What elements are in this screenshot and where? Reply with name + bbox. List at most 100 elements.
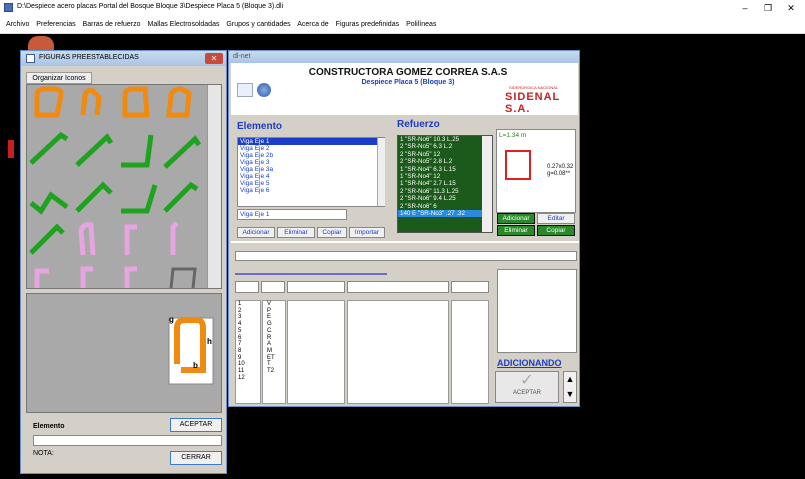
list-item[interactable]: Viga Eje 1 — [238, 138, 384, 145]
list-item[interactable]: 2 "SR-No5" 12 — [398, 151, 492, 158]
list-item[interactable]: 1 "SR-No4" 12 — [398, 173, 492, 180]
menu-acerca[interactable]: Acerca de — [297, 21, 329, 28]
hook-orange-icon[interactable] — [34, 86, 64, 118]
list-item[interactable]: 1 "SR-No6" 10.3 L.25 — [398, 136, 492, 143]
close-button[interactable]: ✕ — [781, 1, 801, 15]
list-item[interactable]: Viga Eje 2 — [238, 145, 384, 152]
menu-preferencias[interactable]: Preferencias — [36, 21, 75, 28]
despiece-input[interactable] — [235, 251, 577, 261]
dim-g-label: g — [169, 315, 174, 324]
row-code: A — [267, 341, 272, 348]
bar-green-icon[interactable] — [121, 134, 154, 168]
preview-dims: 0.27x0.32 g=0.08** — [547, 164, 573, 178]
row-code: M — [267, 347, 272, 354]
checkmark-icon: ✓ — [520, 372, 534, 389]
elemento-importar-button[interactable]: Importar — [349, 227, 385, 238]
hook-orange-icon[interactable] — [122, 86, 150, 118]
refuerzo-eliminar-button[interactable]: Eliminar — [497, 225, 535, 236]
bar-green-icon[interactable] — [163, 181, 199, 213]
menu-figuras[interactable]: Figuras predefinidas — [336, 21, 399, 28]
stirrup-pink-icon[interactable] — [80, 266, 93, 288]
elemento-input[interactable]: Viga Eje 1 — [237, 209, 347, 220]
list-item[interactable]: 2 "SR-No5" 2.8 L.2 — [398, 158, 492, 165]
list-item[interactable]: 1 "SR-No4" 2.7 L.15 — [398, 180, 492, 187]
menu-barras-refuerzo[interactable]: Barras de refuerzo — [83, 21, 141, 28]
row-codes[interactable]: V P E G C R A M ET T T2 — [262, 300, 286, 404]
window-title: D:\Despiece acero placas Portal del Bosq… — [17, 3, 284, 10]
elemento-adicionar-button[interactable]: Adicionar — [237, 227, 275, 238]
table-column[interactable] — [451, 300, 489, 404]
hook-orange-icon[interactable] — [80, 88, 102, 116]
bar-green-icon[interactable] — [163, 135, 202, 169]
list-item[interactable]: 2 "SR-No6" 6 — [398, 203, 492, 210]
aceptar-button[interactable]: ✓ ACEPTAR — [495, 371, 559, 403]
figuras-close-button[interactable]: ✕ — [205, 53, 223, 64]
figuras-aceptar-button[interactable]: ACEPTAR — [170, 418, 222, 432]
row-number: 11 — [238, 368, 245, 375]
list-item[interactable]: 1 "SR-No4" 6.3 L.15 — [398, 166, 492, 173]
elemento-eliminar-button[interactable]: Eliminar — [277, 227, 315, 238]
figuras-elemento-input[interactable] — [33, 435, 222, 446]
list-item[interactable]: 2 "SR-No6" 9.4 L.25 — [398, 195, 492, 202]
move-arrows-button[interactable]: ▲ ▼ — [563, 371, 577, 403]
stirrup-gray-icon[interactable] — [169, 267, 197, 289]
table-column[interactable] — [347, 300, 449, 404]
list-item[interactable]: Viga Eje 4 — [238, 173, 384, 180]
list-item[interactable]: 2 "SR-No5" 6.3 L.2 — [398, 143, 492, 150]
image-icon[interactable] — [237, 83, 253, 97]
list-item[interactable]: 140 E "SR-No3" .27 .32 — [398, 209, 492, 218]
bar-green-icon[interactable] — [75, 181, 113, 213]
divider — [235, 273, 387, 275]
bar-green-icon[interactable] — [29, 223, 65, 255]
list-item[interactable]: Viga Eje 5 — [238, 180, 384, 187]
menu-grupos[interactable]: Grupos y cantidades — [226, 21, 290, 28]
menu-archivo[interactable]: Archivo — [6, 21, 29, 28]
arrow-up-icon: ▲ — [565, 374, 575, 384]
elemento-copiar-button[interactable]: Copiar — [317, 227, 347, 238]
list-item[interactable]: Viga Eje 6 — [238, 187, 384, 194]
list-item[interactable]: Viga Eje 3a — [238, 166, 384, 173]
refuerzo-copiar-button[interactable]: Copiar — [537, 225, 575, 236]
maximize-button[interactable]: ❐ — [758, 1, 778, 15]
bar-green-icon[interactable] — [29, 131, 69, 165]
row-code: T — [267, 361, 271, 368]
refuerzo-list[interactable]: 1 "SR-No6" 10.3 L.25 2 "SR-No5" 6.3 L.2 … — [397, 135, 493, 233]
minimize-button[interactable]: – — [735, 1, 755, 15]
row-number: 7 — [238, 341, 242, 348]
bar-green-icon[interactable] — [29, 191, 69, 215]
menu-mallas[interactable]: Mallas Electrosoldadas — [147, 21, 219, 28]
arrow-down-icon: ▼ — [565, 389, 575, 399]
table-header-cell — [287, 281, 345, 293]
elemento-list[interactable]: Viga Eje 1 Viga Eje 2 Viga Eje 2b Viga E… — [237, 137, 385, 207]
bar-green-icon[interactable] — [75, 133, 114, 167]
elemento-scrollbar[interactable] — [377, 138, 385, 206]
figuras-cerrar-button[interactable]: CERRAR — [170, 451, 222, 465]
table-column[interactable] — [287, 300, 345, 404]
dim-b-label: b — [193, 361, 198, 370]
menu-polilineas[interactable]: Polilíneas — [406, 21, 436, 28]
hook-orange-icon[interactable] — [166, 86, 192, 118]
stirrup-pink-icon[interactable] — [124, 266, 137, 288]
organizar-iconos-tab[interactable]: Organizar Iconos — [26, 72, 92, 84]
row-number: 6 — [238, 334, 242, 341]
list-item[interactable]: 2 "SR-No6" 11.3 L.25 — [398, 188, 492, 195]
figuras-elemento-label: Elemento — [33, 423, 65, 430]
stirrup-pink-icon[interactable] — [170, 221, 179, 255]
stirrup-pink-icon[interactable] — [34, 268, 49, 288]
bar-green-icon[interactable] — [121, 184, 158, 214]
refuerzo-scrollbar[interactable] — [482, 136, 492, 232]
figuras-scrollbar[interactable] — [207, 85, 221, 288]
refuerzo-adicionar-button[interactable]: Adicionar — [497, 213, 535, 224]
refuerzo-editar-button[interactable]: Editar — [537, 213, 575, 224]
list-item[interactable]: Viga Eje 2b — [238, 152, 384, 159]
divider — [231, 241, 579, 243]
company-name: CONSTRUCTORA GOMEZ CORREA S.A.S — [308, 67, 508, 78]
row-numbers[interactable]: 1 2 3 4 5 6 7 8 9 10 11 12 — [235, 300, 261, 404]
table-header-cell — [235, 281, 259, 293]
stirrup-pink-icon[interactable] — [124, 224, 137, 255]
list-item[interactable]: Viga Eje 3 — [238, 159, 384, 166]
preview-g-value: g=0.08** — [547, 171, 571, 177]
figuras-icon-grid — [26, 84, 222, 289]
globe-icon[interactable] — [257, 83, 271, 97]
stirrup-pink-icon[interactable] — [78, 222, 96, 256]
